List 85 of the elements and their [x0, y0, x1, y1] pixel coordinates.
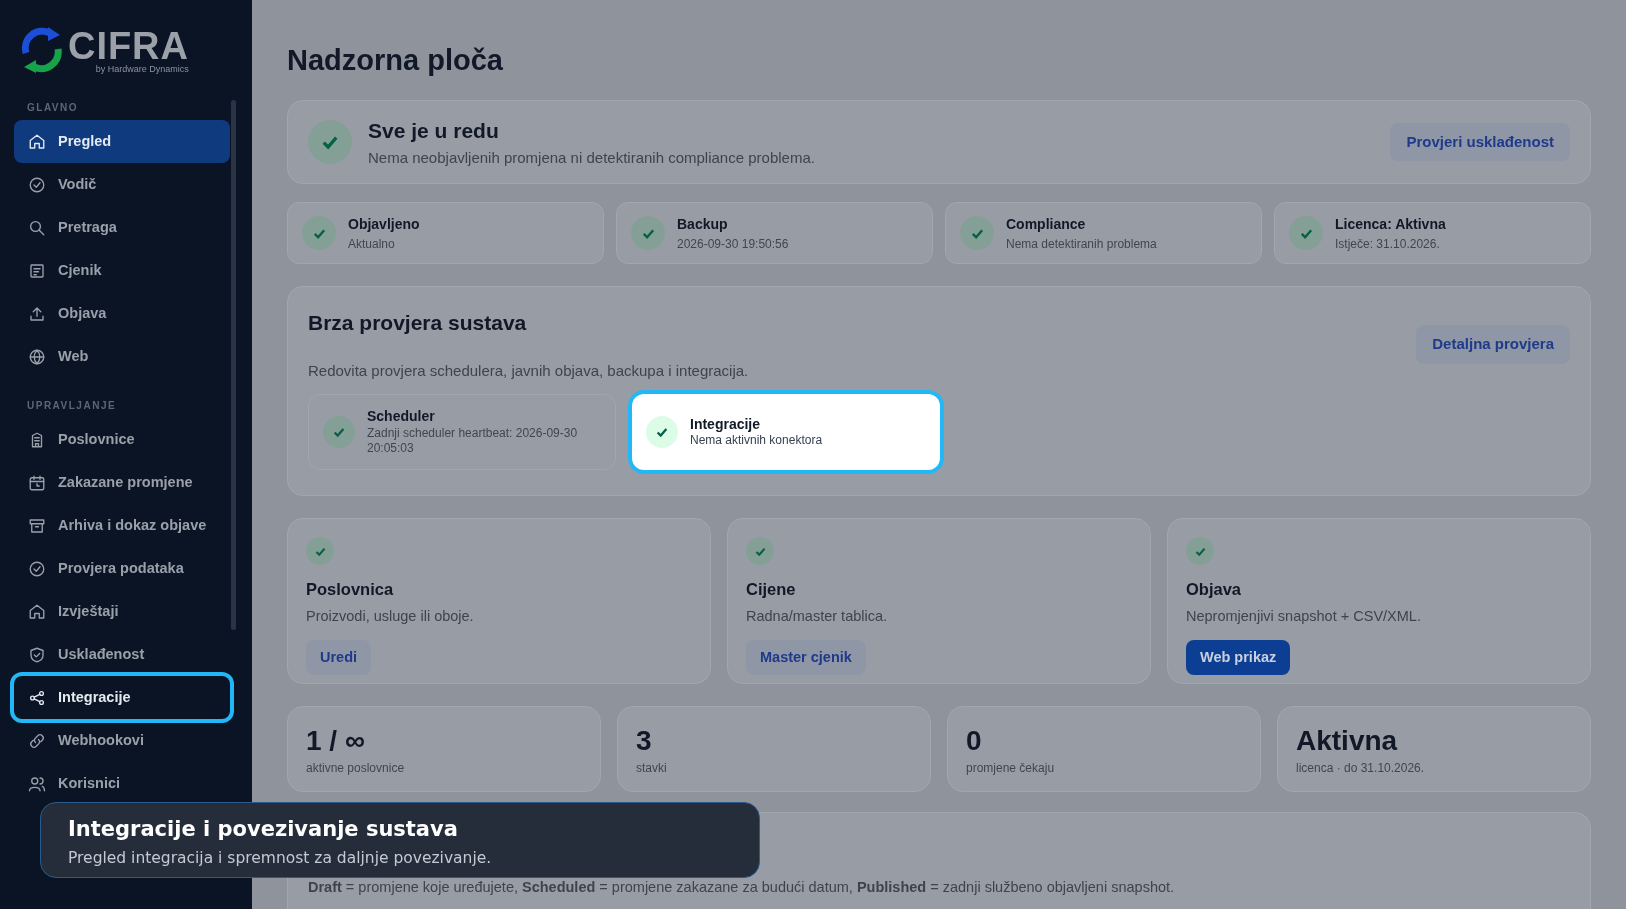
stat-value: 0 [966, 724, 983, 758]
check-item-subtitle: Zadnji scheduler heartbeat: 2026-09-30 20:05:03 [367, 425, 579, 456]
link-icon [28, 731, 46, 750]
logo-tagline: by Hardware Dynamics [95, 64, 189, 74]
feature-description: Nepromjenjivi snapshot + CSV/XML. [1186, 606, 1421, 626]
section-title: Brza provjera sustava [308, 310, 527, 336]
detailed-check-button[interactable]: Detaljna provjera [1416, 325, 1570, 364]
feature-title: Poslovnica [306, 579, 394, 600]
calendar-icon [28, 473, 46, 492]
stat-value: Aktivna [1296, 724, 1399, 758]
check-item-title: Integracije [690, 415, 762, 434]
check-icon [960, 216, 994, 250]
sidebar-item[interactable]: Objava [14, 292, 230, 335]
sidebar-item[interactable]: Vodič [14, 163, 230, 206]
check-icon [1186, 537, 1214, 565]
check-item-title: Scheduler [367, 408, 436, 426]
check-icon [746, 537, 774, 565]
archive-box-icon [28, 516, 46, 535]
sidebar-item[interactable]: Korisnici [14, 762, 230, 805]
page-title: Nadzorna ploča [287, 44, 504, 76]
sidebar-item[interactable]: Usklađenost [14, 633, 230, 676]
stat-value: 1 / ∞ [306, 724, 366, 758]
banner-message: Nema neobjavljenih promjena ni detektiranih compliance problema. [368, 147, 816, 168]
users-icon [28, 774, 46, 793]
logo[interactable]: CIFRA by Hardware Dynamics [20, 24, 232, 76]
banner-title: Sve je u redu [368, 118, 500, 144]
feature-description: Radna/master tablica. [746, 606, 888, 626]
shield-check-icon [28, 645, 46, 664]
status-title: Backup [677, 214, 729, 234]
check-icon [1289, 216, 1323, 250]
scrollbar[interactable] [231, 100, 236, 630]
stat-label: promjene čekaju [966, 760, 1056, 777]
feature-title: Objava [1186, 579, 1242, 600]
sidebar-item[interactable]: Webhookovi [14, 719, 230, 762]
check-icon [306, 537, 334, 565]
check-icon [646, 416, 678, 448]
house-icon [28, 132, 46, 151]
sidebar-item[interactable]: Provjera podataka [14, 547, 230, 590]
section-description: Redovita provjera schedulera, javnih objava, backupa i integracija. [308, 360, 750, 381]
section-label: GLAVNO [26, 101, 80, 115]
status-title: Licenca: Aktivna [1335, 214, 1446, 234]
check-circle-icon [28, 559, 46, 578]
stat-label: licenca · do 31.10.2026. [1296, 760, 1426, 777]
logo-arrows-icon [20, 27, 64, 73]
globe-icon [28, 347, 46, 366]
check-icon [631, 216, 665, 250]
share-icon [28, 688, 46, 707]
check-icon [302, 216, 336, 250]
upload-icon [28, 304, 46, 323]
status-legend: Draft = promjene koje uređujete, Scheduled = promjene zakazane za budući datum, Published = zadnji službeno objavljeni snapshot. [308, 877, 1570, 899]
section-label: UPRAVLJANJE [26, 399, 118, 413]
stat-label: aktivne poslovnice [306, 760, 406, 777]
house-icon [28, 602, 46, 621]
sidebar-item[interactable]: Zakazane promjene [14, 461, 230, 504]
check-icon [308, 120, 352, 164]
feature-description: Proizvodi, usluge ili oboje. [306, 606, 474, 626]
check-compliance-button[interactable]: Provjeri usklađenost [1390, 122, 1570, 162]
feature-button[interactable]: Web prikaz [1186, 639, 1291, 676]
status-title: Compliance [1006, 214, 1087, 234]
feature-title: Cijene [746, 579, 796, 600]
check-item-subtitle: Nema aktivnih konektora [690, 433, 823, 449]
status-subtitle: Aktualno [348, 235, 396, 253]
sidebar-item[interactable]: Cjenik [14, 249, 230, 292]
check-circle-icon [28, 175, 46, 194]
status-title: Objavljeno [348, 214, 420, 234]
sidebar-item[interactable]: Pregled [14, 120, 230, 163]
sidebar-item[interactable]: Poslovnice [14, 418, 230, 461]
feature-button[interactable]: Master cjenik [746, 639, 866, 676]
feature-button[interactable]: Uredi [306, 639, 372, 676]
stat-value: 3 [636, 724, 653, 758]
tooltip-text: Pregled integracija i spremnost za daljnje povezivanje. [68, 848, 493, 869]
sidebar-item[interactable]: Integracije [14, 676, 230, 719]
status-subtitle: Nema detektiranih problema [1006, 235, 1157, 253]
sidebar-item[interactable]: Arhiva i dokaz objave [14, 504, 230, 547]
check-icon [323, 416, 355, 448]
logo-wordmark: CIFRA [68, 26, 189, 65]
stat-label: stavki [636, 760, 668, 777]
document-icon [28, 261, 46, 280]
sidebar-item[interactable]: Izvještaji [14, 590, 230, 633]
sidebar-item[interactable]: Pretraga [14, 206, 230, 249]
status-subtitle: 2026-09-30 19:50:56 [677, 235, 789, 253]
search-icon [28, 218, 46, 237]
status-subtitle: Istječe: 31.10.2026. [1335, 235, 1441, 253]
sidebar-item[interactable]: Web [14, 335, 230, 378]
tooltip-title: Integracije i povezivanje sustava [68, 816, 459, 843]
